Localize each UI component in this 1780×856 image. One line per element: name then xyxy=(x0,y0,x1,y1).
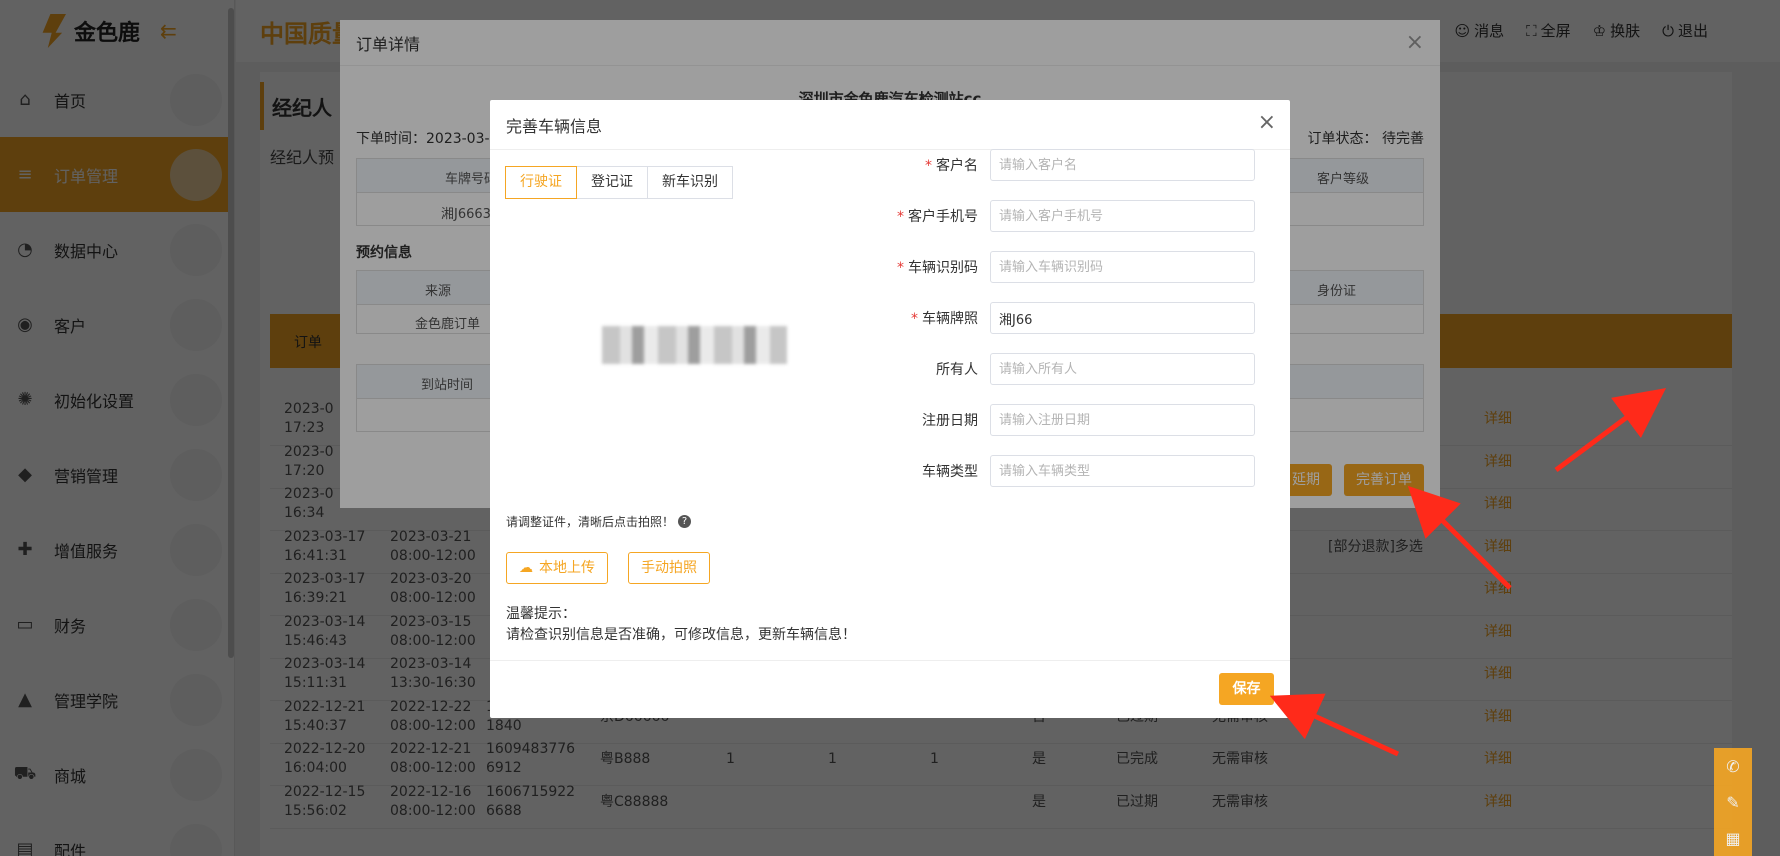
form-row: * 车辆识别码 xyxy=(890,250,1275,284)
phone-icon[interactable]: ✆ xyxy=(1726,757,1739,776)
floating-toolbar: ✆ ✎ ▦ xyxy=(1714,748,1752,856)
form-row: 车辆类型 xyxy=(890,454,1275,488)
document-tabs: 行驶证 登记证 新车识别 xyxy=(505,166,733,199)
field-label: 车辆类型 xyxy=(890,461,990,481)
field-input-0[interactable] xyxy=(990,149,1255,181)
field-label: * 车辆识别码 xyxy=(890,257,990,277)
edit-icon[interactable]: ✎ xyxy=(1726,793,1739,812)
help-icon[interactable]: ? xyxy=(678,515,692,528)
required-mark: * xyxy=(897,260,904,276)
field-label: 注册日期 xyxy=(890,410,990,430)
field-label: 所有人 xyxy=(890,359,990,379)
field-label: * 客户名 xyxy=(890,155,990,175)
field-input-6[interactable] xyxy=(990,455,1255,487)
field-input-4[interactable] xyxy=(990,353,1255,385)
manual-capture-label: 手动拍照 xyxy=(641,560,697,576)
field-input-5[interactable] xyxy=(990,404,1255,436)
field-label-text: 注册日期 xyxy=(922,413,978,429)
cloud-upload-icon: ☁ xyxy=(519,560,533,576)
field-input-1[interactable] xyxy=(990,200,1255,232)
close-icon[interactable]: × xyxy=(1258,112,1276,134)
vehicle-info-modal: 完善车辆信息 × 行驶证 登记证 新车识别 请调整证件，清晰后点击拍照！ ? ☁ 本… xyxy=(490,100,1290,718)
manual-capture-button[interactable]: 手动拍照 xyxy=(628,552,710,584)
form-row: * 客户名 xyxy=(890,148,1275,182)
local-upload-button[interactable]: ☁ 本地上传 xyxy=(506,552,608,584)
license-preview-image xyxy=(602,326,787,364)
field-label-text: 客户手机号 xyxy=(908,209,978,225)
tip-text: 请检查识别信息是否准确，可修改信息，更新车辆信息！ xyxy=(506,627,856,643)
tab-0[interactable]: 行驶证 xyxy=(505,166,577,199)
form-row: 所有人 xyxy=(890,352,1275,386)
tip-title: 温馨提示： xyxy=(506,606,576,622)
local-upload-label: 本地上传 xyxy=(539,560,595,576)
field-label-text: 车辆类型 xyxy=(922,464,978,480)
form-row: * 客户手机号 xyxy=(890,199,1275,233)
required-mark: * xyxy=(911,311,918,327)
grid-icon[interactable]: ▦ xyxy=(1725,829,1740,848)
field-label-text: 车辆识别码 xyxy=(908,260,978,276)
capture-hint-text: 请调整证件，清晰后点击拍照！ xyxy=(506,515,675,529)
form-row: 注册日期 xyxy=(890,403,1275,437)
field-label-text: 车辆牌照 xyxy=(922,311,978,327)
field-input-3[interactable] xyxy=(990,302,1255,334)
capture-hint: 请调整证件，清晰后点击拍照！ ? xyxy=(506,513,692,530)
required-mark: * xyxy=(925,158,932,174)
modal-footer: 保存 xyxy=(490,660,1290,718)
tab-2[interactable]: 新车识别 xyxy=(647,166,733,199)
tab-1[interactable]: 登记证 xyxy=(576,166,648,199)
save-button[interactable]: 保存 xyxy=(1219,673,1274,705)
field-label-text: 所有人 xyxy=(936,362,978,378)
vehicle-modal-title: 完善车辆信息 xyxy=(490,100,1290,150)
form-row: * 车辆牌照 xyxy=(890,301,1275,335)
field-label-text: 客户名 xyxy=(936,158,978,174)
field-label: * 车辆牌照 xyxy=(890,308,990,328)
field-label: * 客户手机号 xyxy=(890,206,990,226)
field-input-2[interactable] xyxy=(990,251,1255,283)
required-mark: * xyxy=(897,209,904,225)
